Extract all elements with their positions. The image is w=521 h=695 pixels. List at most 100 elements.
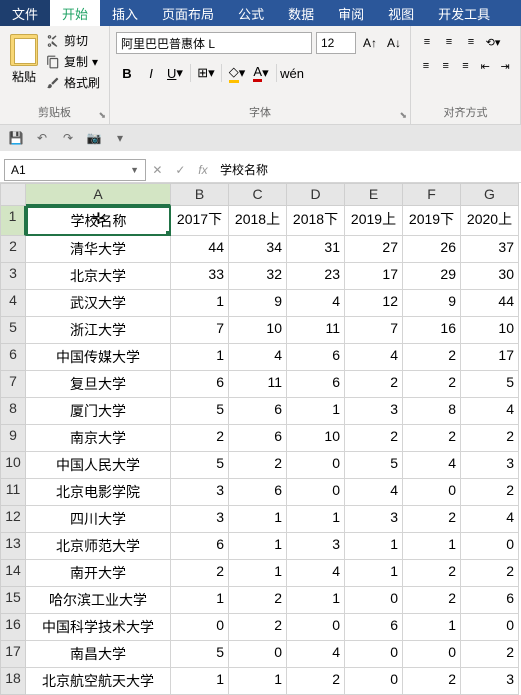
decrease-font-button[interactable]: A↓ [384, 32, 404, 54]
row-header-7[interactable]: 7 [0, 371, 26, 398]
row-header-11[interactable]: 11 [0, 479, 26, 506]
accept-formula-button[interactable]: ✓ [175, 163, 185, 177]
col-header-D[interactable]: D [287, 183, 345, 206]
cell[interactable]: 11 [229, 371, 287, 398]
cell[interactable]: 2 [461, 425, 519, 452]
cell[interactable]: 0 [461, 533, 519, 560]
cell[interactable]: 11 [287, 317, 345, 344]
cell[interactable]: 2 [345, 371, 403, 398]
cell[interactable]: 44 [171, 236, 229, 263]
cell[interactable]: 23 [287, 263, 345, 290]
row-header-16[interactable]: 16 [0, 614, 26, 641]
row-header-13[interactable]: 13 [0, 533, 26, 560]
font-family-select[interactable] [116, 32, 312, 54]
cell[interactable]: 7 [171, 317, 229, 344]
cell[interactable]: 4 [287, 560, 345, 587]
cell[interactable]: 4 [345, 344, 403, 371]
col-header-G[interactable]: G [461, 183, 519, 206]
tab-layout[interactable]: 页面布局 [150, 0, 226, 26]
cell[interactable]: 2 [229, 587, 287, 614]
cell[interactable]: 6 [287, 344, 345, 371]
cell[interactable]: 中国科学技术大学 [26, 614, 171, 641]
cell[interactable]: 1 [229, 668, 287, 695]
cell[interactable]: 2 [403, 668, 461, 695]
cell[interactable]: 2018下 [287, 206, 345, 236]
row-header-10[interactable]: 10 [0, 452, 26, 479]
undo-button[interactable]: ↶ [34, 130, 50, 146]
save-button[interactable]: 💾 [8, 130, 24, 146]
cell[interactable]: 6 [171, 371, 229, 398]
cell[interactable]: 哈尔滨工业大学 [26, 587, 171, 614]
cell[interactable]: 四川大学 [26, 506, 171, 533]
cell[interactable]: 浙江大学 [26, 317, 171, 344]
cell[interactable]: 0 [287, 452, 345, 479]
cell[interactable]: 学校名称✛ [26, 206, 171, 236]
cell[interactable]: 5 [171, 452, 229, 479]
cell[interactable]: 3 [171, 506, 229, 533]
cell[interactable]: 6 [461, 587, 519, 614]
cell[interactable]: 4 [287, 641, 345, 668]
row-header-8[interactable]: 8 [0, 398, 26, 425]
cell[interactable]: 1 [403, 614, 461, 641]
increase-font-button[interactable]: A↑ [360, 32, 380, 54]
cell[interactable]: 4 [461, 506, 519, 533]
cell[interactable]: 南京大学 [26, 425, 171, 452]
cell[interactable]: 1 [171, 344, 229, 371]
cell[interactable]: 0 [287, 479, 345, 506]
align-left-button[interactable]: ≡ [417, 56, 435, 76]
format-painter-button[interactable]: 格式刷 [46, 74, 100, 91]
cell[interactable]: 8 [403, 398, 461, 425]
cell[interactable]: 5 [461, 371, 519, 398]
row-header-3[interactable]: 3 [0, 263, 26, 290]
cell[interactable]: 2018上 [229, 206, 287, 236]
cell[interactable]: 9 [403, 290, 461, 317]
align-right-button[interactable]: ≡ [457, 56, 475, 76]
cell[interactable]: 0 [403, 479, 461, 506]
cancel-formula-button[interactable]: ✕ [152, 163, 162, 177]
cell[interactable]: 3 [345, 398, 403, 425]
underline-button[interactable]: U▾ [164, 62, 186, 84]
align-top-button[interactable]: ≡ [417, 32, 437, 52]
cell[interactable]: 0 [287, 614, 345, 641]
cell[interactable]: 南昌大学 [26, 641, 171, 668]
row-header-4[interactable]: 4 [0, 290, 26, 317]
align-bottom-button[interactable]: ≡ [461, 32, 481, 52]
row-header-6[interactable]: 6 [0, 344, 26, 371]
cell[interactable]: 2020上 [461, 206, 519, 236]
cell[interactable]: 33 [171, 263, 229, 290]
cell[interactable]: 9 [229, 290, 287, 317]
tab-home[interactable]: 开始 [50, 0, 100, 26]
font-color-button[interactable]: A▾ [250, 62, 272, 84]
col-header-A[interactable]: A [26, 183, 171, 206]
cell[interactable]: 2 [345, 425, 403, 452]
cell[interactable]: 37 [461, 236, 519, 263]
cell[interactable]: 南开大学 [26, 560, 171, 587]
cell[interactable]: 3 [287, 533, 345, 560]
cell[interactable]: 4 [461, 398, 519, 425]
cell[interactable]: 2 [171, 560, 229, 587]
cell[interactable]: 4 [403, 452, 461, 479]
cell[interactable]: 6 [229, 425, 287, 452]
cell[interactable]: 6 [229, 479, 287, 506]
fill-color-button[interactable]: ◇▾ [226, 62, 248, 84]
align-middle-button[interactable]: ≡ [439, 32, 459, 52]
cell[interactable]: 2017下 [171, 206, 229, 236]
cell[interactable]: 10 [229, 317, 287, 344]
cell[interactable]: 5 [171, 398, 229, 425]
row-header-18[interactable]: 18 [0, 668, 26, 695]
cell[interactable]: 2 [403, 506, 461, 533]
cell[interactable]: 2 [403, 425, 461, 452]
cell[interactable]: 34 [229, 236, 287, 263]
cell[interactable]: 2 [171, 425, 229, 452]
cell[interactable]: 2019上 [345, 206, 403, 236]
row-header-1[interactable]: 1 [0, 206, 26, 236]
cell[interactable]: 1 [171, 587, 229, 614]
row-header-5[interactable]: 5 [0, 317, 26, 344]
cell[interactable]: 32 [229, 263, 287, 290]
cell[interactable]: 4 [345, 479, 403, 506]
cell[interactable]: 2 [229, 614, 287, 641]
cell[interactable]: 1 [345, 560, 403, 587]
cell[interactable]: 2 [229, 452, 287, 479]
tab-dev[interactable]: 开发工具 [426, 0, 502, 26]
cell[interactable]: 1 [171, 668, 229, 695]
